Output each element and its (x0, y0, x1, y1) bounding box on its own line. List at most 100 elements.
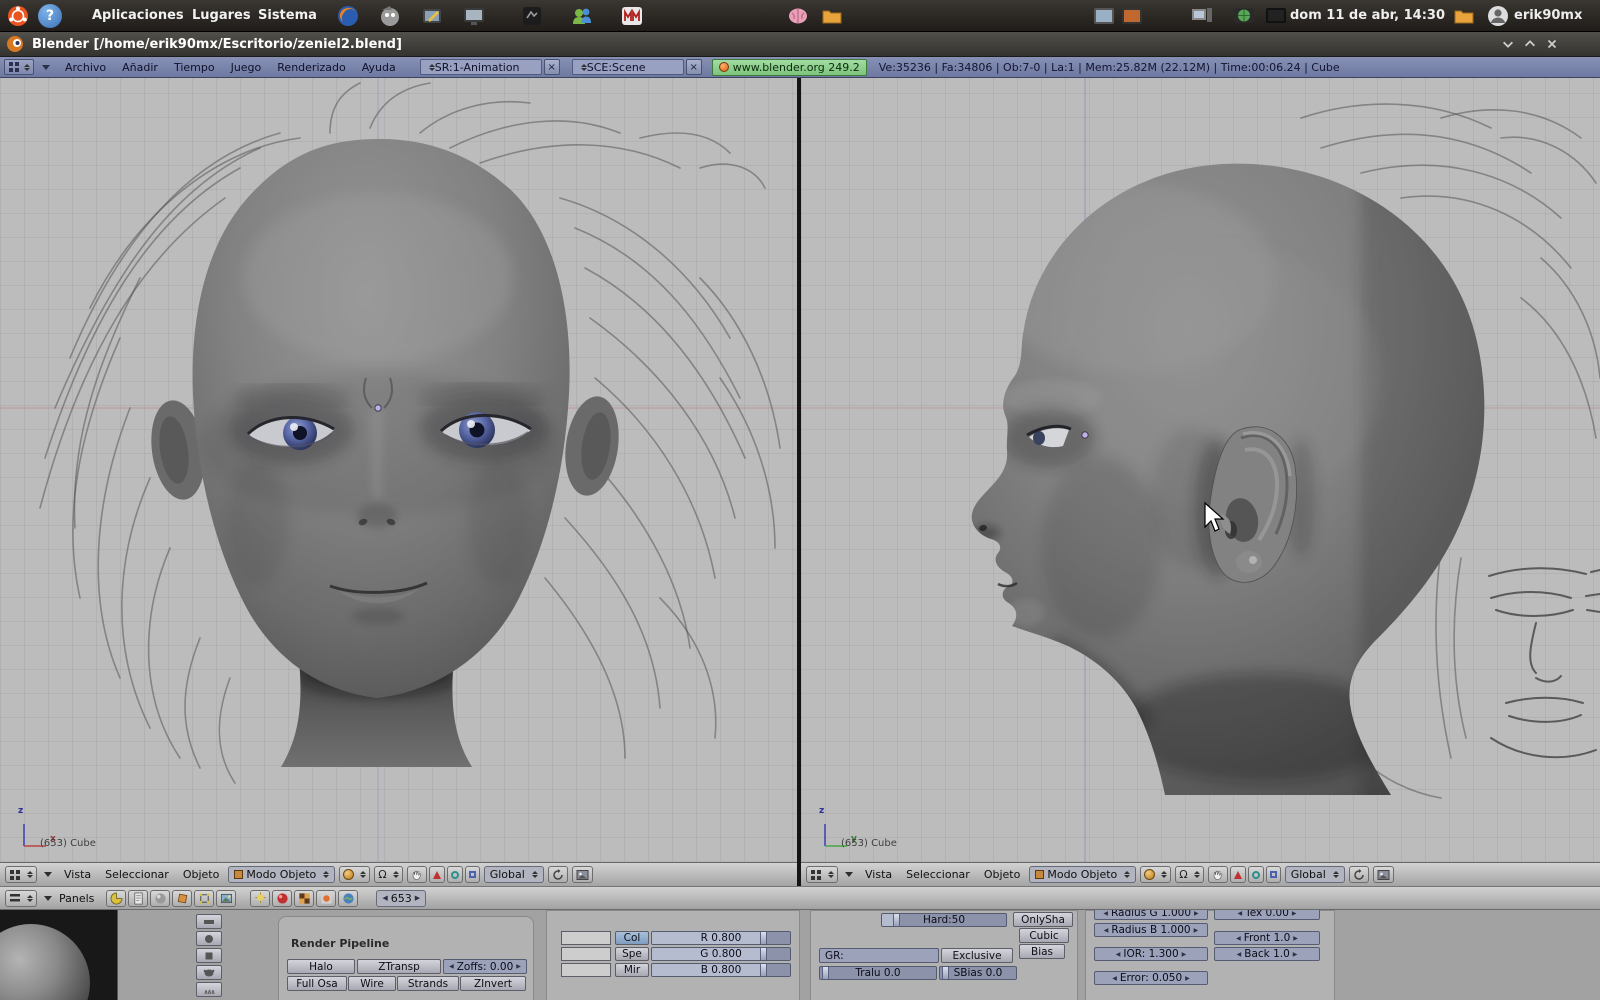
hard-slider[interactable]: Hard:50 (881, 913, 1007, 927)
spe-swatch[interactable] (561, 947, 611, 961)
exclusive-toggle[interactable]: Exclusive (941, 948, 1013, 963)
preview-cube-button[interactable] (196, 948, 222, 963)
ior-field[interactable]: ◀ IOR: 1.300 ▶ (1094, 947, 1208, 961)
monitor-icon[interactable] (462, 4, 486, 28)
increment-icon[interactable]: ▶ (516, 963, 521, 970)
increment-icon[interactable]: ▶ (1293, 951, 1298, 958)
brain-icon[interactable] (786, 4, 810, 28)
lamp-buttons-button[interactable] (250, 890, 270, 907)
menu-vista[interactable]: Vista (865, 868, 892, 881)
viewport-type-button[interactable] (806, 866, 838, 883)
preview-monkey-button[interactable] (196, 965, 222, 980)
decrement-icon[interactable]: ◀ (1236, 935, 1241, 942)
decrement-icon[interactable]: ◀ (1112, 975, 1117, 982)
menu-sistema[interactable]: Sistema (258, 8, 317, 23)
network-tray-icon[interactable] (1232, 4, 1256, 28)
manipulator-rotate-button[interactable] (447, 866, 463, 883)
draw-type-dropdown[interactable] (339, 866, 370, 883)
strands-toggle[interactable]: Strands (397, 976, 459, 991)
viewport-side[interactable]: z y (653) Cube Vista Seleccionar Objeto … (801, 78, 1600, 886)
menu-objeto[interactable]: Objeto (984, 868, 1021, 881)
window-type-button[interactable] (5, 890, 37, 907)
radiosity-buttons-button[interactable] (316, 890, 336, 907)
radius-g-field[interactable]: ◀ Radius G 1.000 ▶ (1094, 910, 1208, 920)
window-type-button[interactable] (4, 59, 34, 75)
manipulator-hand-button[interactable] (1208, 866, 1228, 883)
object-context-button[interactable] (172, 890, 192, 907)
manipulator-scale-button[interactable] (465, 866, 480, 883)
spe-button[interactable]: Spe (615, 947, 649, 961)
menu-anadir[interactable]: Añadir (122, 61, 158, 74)
editing-context-button[interactable] (194, 890, 214, 907)
col-button[interactable]: Col (615, 931, 649, 945)
shading-context-button[interactable] (150, 890, 170, 907)
menu-juego[interactable]: Juego (231, 61, 262, 74)
proportional-edit-button[interactable] (548, 866, 568, 883)
preview-flat-button[interactable] (196, 914, 222, 929)
menu-seleccionar[interactable]: Seleccionar (906, 868, 970, 881)
increment-icon[interactable]: ▶ (1194, 927, 1199, 934)
wire-toggle[interactable]: Wire (348, 976, 396, 991)
dark-app-icon[interactable] (520, 4, 544, 28)
side-view-canvas[interactable] (801, 78, 1600, 862)
menubar-collapse-icon[interactable] (42, 65, 50, 70)
pivot-dropdown[interactable]: Ω (374, 866, 402, 883)
menu-seleccionar[interactable]: Seleccionar (105, 868, 169, 881)
window-titlebar[interactable]: Blender [/home/erik90mx/Escritorio/zenie… (0, 32, 1600, 57)
slider-knob[interactable] (822, 967, 829, 979)
screen-selector[interactable]: SR:1-Animation (420, 59, 542, 75)
script-context-button[interactable] (128, 890, 148, 907)
manipulator-translate-button[interactable] (1230, 866, 1246, 883)
decrement-icon[interactable]: ◀ (1237, 910, 1242, 917)
cubic-toggle[interactable]: Cubic (1019, 928, 1069, 943)
menu-collapse-icon[interactable] (845, 872, 853, 877)
front-field[interactable]: ◀ Front 1.0 ▶ (1214, 931, 1320, 945)
editor-icon[interactable] (420, 4, 444, 28)
decrement-icon[interactable]: ◀ (1103, 910, 1108, 917)
preview-sphere-button[interactable] (196, 931, 222, 946)
menu-lugares[interactable]: Lugares (192, 8, 251, 23)
manipulator-scale-button[interactable] (1266, 866, 1281, 883)
menu-objeto[interactable]: Objeto (183, 868, 220, 881)
halo-toggle[interactable]: Halo (287, 959, 355, 974)
mm-app-icon[interactable] (620, 4, 644, 28)
ubuntu-logo-icon[interactable] (6, 4, 30, 28)
manipulator-rotate-button[interactable] (1248, 866, 1264, 883)
increment-icon[interactable]: ▶ (1293, 935, 1298, 942)
scene-context-button[interactable] (216, 890, 236, 907)
slider-knob[interactable] (760, 948, 767, 960)
help-icon[interactable]: ? (38, 4, 62, 28)
decrement-icon[interactable]: ◀ (1237, 951, 1242, 958)
close-button[interactable] (1542, 35, 1561, 53)
slider-knob[interactable] (942, 967, 949, 979)
col-swatch[interactable] (561, 931, 611, 945)
tex-field[interactable]: ◀ Tex 0.00 ▶ (1214, 910, 1320, 920)
blender-version-badge[interactable]: www.blender.org 249.2 (712, 59, 867, 76)
g-slider[interactable]: G 0.800 (651, 947, 791, 961)
back-field[interactable]: ◀ Back 1.0 ▶ (1214, 947, 1320, 961)
decrement-icon[interactable]: ◀ (1116, 951, 1121, 958)
mode-dropdown[interactable]: Modo Objeto (1029, 866, 1136, 883)
menu-tiempo[interactable]: Tiempo (174, 61, 215, 74)
increment-icon[interactable]: ▶ (1185, 975, 1190, 982)
gr-field[interactable]: GR: (819, 948, 939, 963)
maximize-button[interactable] (1520, 35, 1539, 53)
front-view-canvas[interactable] (0, 78, 797, 862)
slider-knob[interactable] (760, 964, 767, 976)
menu-archivo[interactable]: Archivo (65, 61, 106, 74)
viewport-front[interactable]: z x (653) Cube Vista Seleccionar Objeto … (0, 78, 797, 886)
decrement-icon[interactable]: ◀ (1104, 927, 1109, 934)
render-preview-button[interactable] (572, 866, 593, 883)
tralu-slider[interactable]: Tralu 0.0 (819, 966, 937, 980)
texture-buttons-button[interactable] (294, 890, 314, 907)
user-avatar[interactable] (1486, 4, 1510, 28)
menu-renderizado[interactable]: Renderizado (277, 61, 345, 74)
onlysha-toggle[interactable]: OnlySha (1013, 912, 1073, 927)
window-list-icon-1[interactable] (1092, 4, 1116, 28)
full-osa-toggle[interactable]: Full Osa (287, 976, 347, 991)
pivot-dropdown[interactable]: Ω (1175, 866, 1203, 883)
orientation-dropdown[interactable]: Global (1285, 866, 1345, 883)
folder-icon[interactable] (820, 4, 844, 28)
menu-collapse-icon[interactable] (44, 872, 52, 877)
computer-tray-icon[interactable] (1190, 4, 1214, 28)
